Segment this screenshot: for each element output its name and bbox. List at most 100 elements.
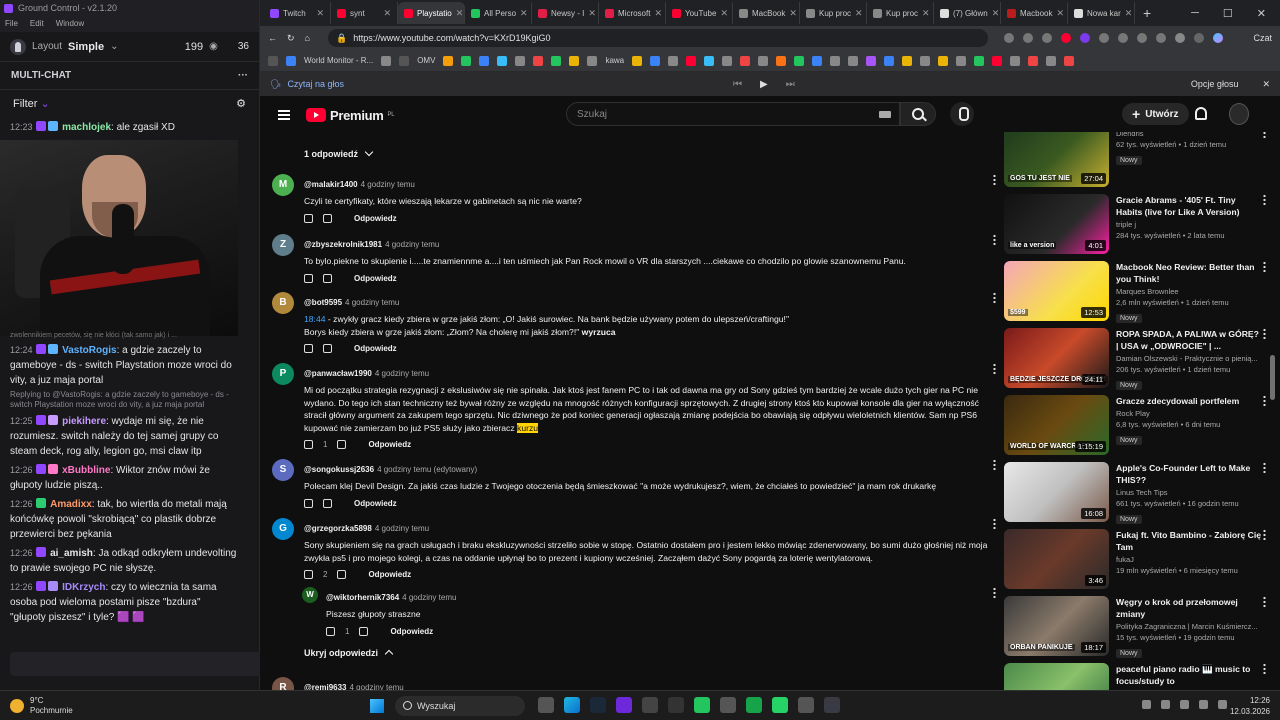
- menu-edit[interactable]: Edit: [30, 19, 44, 31]
- new-tab-button[interactable]: +: [1143, 5, 1151, 21]
- maps-icon[interactable]: [642, 697, 658, 713]
- url-field[interactable]: 🔒 https://www.youtube.com/watch?v=KXrD19K…: [327, 29, 988, 47]
- video-title[interactable]: Węgry o krok od przełomowej zmiany: [1116, 596, 1262, 620]
- video-card[interactable]: like a version 4:01 Gracie Abrams - '405' …: [1004, 194, 1266, 257]
- start-button[interactable]: [370, 699, 384, 713]
- video-card[interactable]: BĘDZIE JESZCZE DROŻEJ?! 24:11 ROPA SPADA, …: [1004, 328, 1266, 391]
- close-tab-icon[interactable]: ✕: [456, 8, 464, 19]
- more-options-icon[interactable]: [1263, 132, 1266, 138]
- create-button[interactable]: + Utwórz: [1122, 103, 1189, 125]
- video-channel[interactable]: Marques Brownlee: [1116, 287, 1262, 296]
- close-tab-icon[interactable]: ✕: [520, 8, 528, 19]
- close-tab-icon[interactable]: ✕: [588, 8, 596, 19]
- more-icon[interactable]: ···: [238, 70, 248, 81]
- video-channel[interactable]: Polityka Zagraniczna | Marcin Kuśmiercz.…: [1116, 622, 1262, 631]
- like-icon[interactable]: [304, 440, 313, 449]
- video-card[interactable]: $599 12:53 Macbook Neo Review: Better than…: [1004, 261, 1266, 324]
- home-icon[interactable]: ⌂: [305, 33, 310, 43]
- more-options-icon[interactable]: [993, 292, 996, 303]
- read-aloud-button[interactable]: Czytaj na głos: [287, 79, 344, 89]
- comment-avatar[interactable]: G: [272, 518, 294, 540]
- comment-author[interactable]: @bot9595: [304, 298, 342, 307]
- video-thumbnail[interactable]: BĘDZIE JESZCZE DROŻEJ?! 24:11: [1004, 328, 1109, 388]
- steam-icon[interactable]: [590, 697, 606, 713]
- task-view-icon[interactable]: [538, 697, 554, 713]
- comment-author[interactable]: @zbyszekrolnik1981: [304, 240, 382, 249]
- timestamp-link[interactable]: 18:44: [304, 314, 326, 324]
- next-icon[interactable]: ⏭: [786, 79, 795, 90]
- more-options-icon[interactable]: [1263, 663, 1266, 674]
- more-options-icon[interactable]: [993, 518, 996, 529]
- reply-button[interactable]: Odpowiedz: [354, 274, 397, 283]
- xbox-icon[interactable]: [694, 697, 710, 713]
- close-icon[interactable]: ✕: [1257, 7, 1266, 20]
- clock[interactable]: 12:26 12.03.2026: [1230, 695, 1270, 717]
- scrollbar[interactable]: [1270, 355, 1275, 400]
- video-card[interactable]: 3:46 Fukaj ft. Vito Bambino - Zabiorę Cię…: [1004, 529, 1266, 592]
- browser-tab[interactable]: MacBook ✕: [733, 2, 800, 24]
- close-tab-icon[interactable]: ✕: [922, 8, 930, 19]
- comment-avatar[interactable]: S: [272, 459, 294, 481]
- dislike-icon[interactable]: [359, 626, 369, 636]
- dislike-icon[interactable]: [323, 344, 332, 353]
- close-tab-icon[interactable]: ✕: [1125, 8, 1133, 19]
- menu-icon[interactable]: [278, 110, 290, 120]
- video-card[interactable]: ORBAN PANIKUJE 18:17 Węgry o krok od przeł…: [1004, 596, 1266, 659]
- video-card[interactable]: peaceful piano radio 🎹 music to focus/st…: [1004, 663, 1266, 690]
- more-options-icon[interactable]: [1263, 194, 1266, 205]
- close-tab-icon[interactable]: ✕: [789, 8, 797, 19]
- hide-replies-button[interactable]: Ukryj odpowiedzi: [304, 648, 394, 659]
- video-thumbnail[interactable]: GOS TU JEST NIE 27:04: [1004, 132, 1109, 187]
- browser-tab[interactable]: Playstatio ✕: [398, 2, 465, 24]
- video-thumbnail[interactable]: 3:46: [1004, 529, 1109, 589]
- close-tab-icon[interactable]: ✕: [855, 8, 863, 19]
- video-channel[interactable]: Linus Tech Tips: [1116, 488, 1262, 497]
- comment-author[interactable]: @wiktorhernik7364: [326, 593, 399, 602]
- close-tab-icon[interactable]: ✕: [383, 8, 391, 19]
- comment-avatar[interactable]: Z: [272, 234, 294, 256]
- copilot-label[interactable]: Czat: [1253, 33, 1272, 43]
- browser-tab[interactable]: Kup proc ✕: [867, 2, 934, 24]
- video-channel[interactable]: fukaJ: [1116, 555, 1262, 564]
- video-channel[interactable]: triple j: [1116, 220, 1262, 229]
- video-title[interactable]: ROPA SPADA, A PALIWA w GÓRĘ? | USA w „OD…: [1116, 328, 1262, 352]
- gear-icon[interactable]: ⚙: [236, 97, 246, 110]
- bookmark-kawa[interactable]: kawa: [605, 56, 624, 65]
- browser-tab[interactable]: All Perso ✕: [465, 2, 532, 24]
- video-thumbnail[interactable]: 16:08: [1004, 462, 1109, 522]
- comment-author[interactable]: @grzegorzka5898: [304, 524, 372, 533]
- edge-icon[interactable]: [564, 697, 580, 713]
- excel-icon[interactable]: [746, 697, 762, 713]
- browser-tab[interactable]: synt ✕: [331, 2, 398, 24]
- bookmark-omv[interactable]: OMV: [417, 56, 435, 65]
- minimize-icon[interactable]: ─: [1191, 7, 1199, 20]
- close-tab-icon[interactable]: ✕: [1056, 8, 1064, 19]
- dislike-icon[interactable]: [337, 570, 347, 579]
- video-card[interactable]: WORLD OF WARCRAFT 1:15:19 Gracze zdecydowa…: [1004, 395, 1266, 458]
- app-icon[interactable]: [798, 697, 814, 713]
- video-thumbnail[interactable]: WORLD OF WARCRAFT 1:15:19: [1004, 395, 1109, 455]
- layout-select[interactable]: Simple: [68, 41, 104, 53]
- more-options-icon[interactable]: [993, 587, 996, 598]
- taskbar-search[interactable]: Wyszukaj: [395, 696, 525, 716]
- close-icon[interactable]: ✕: [1262, 79, 1270, 90]
- video-channel[interactable]: Damian Olszewski - Praktycznie o pienią.…: [1116, 354, 1262, 363]
- reply-button[interactable]: Odpowiedz: [354, 344, 397, 353]
- more-options-icon[interactable]: [1263, 596, 1266, 607]
- video-title[interactable]: Gracze zdecydowali portfelem: [1116, 395, 1262, 407]
- close-tab-icon[interactable]: ✕: [654, 8, 662, 19]
- video-channel[interactable]: Rock Play: [1116, 409, 1262, 418]
- play-icon[interactable]: ▶: [760, 79, 768, 90]
- reload-icon[interactable]: ↻: [287, 33, 295, 44]
- close-tab-icon[interactable]: ✕: [720, 8, 728, 19]
- like-icon[interactable]: [326, 626, 335, 636]
- voice-options-button[interactable]: Opcje głosu: [1191, 79, 1239, 89]
- like-icon[interactable]: [304, 273, 313, 283]
- comment-avatar[interactable]: P: [272, 363, 294, 385]
- maximize-icon[interactable]: ☐: [1223, 7, 1233, 20]
- browser-tab[interactable]: (7) Główn ✕: [934, 2, 1001, 24]
- more-options-icon[interactable]: [993, 234, 996, 245]
- more-options-icon[interactable]: [1263, 328, 1266, 339]
- video-title[interactable]: Gracie Abrams - '405' Ft. Tiny Habits (l…: [1116, 194, 1262, 218]
- reply-button[interactable]: Odpowiedz: [390, 627, 433, 636]
